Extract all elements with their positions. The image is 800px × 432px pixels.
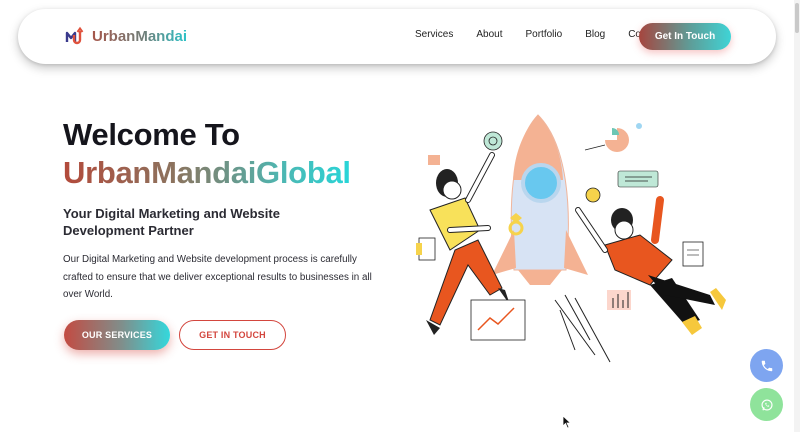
scrollbar-thumb[interactable] — [795, 3, 799, 33]
nav-link-services[interactable]: Services — [415, 29, 453, 40]
get-in-touch-nav-button[interactable]: Get In Touch — [639, 23, 731, 50]
mouse-cursor-icon — [562, 415, 572, 429]
right-person-figure — [575, 196, 726, 335]
hero-title-line2: UrbanMandaiGlobal — [63, 155, 351, 190]
phone-call-button[interactable] — [750, 349, 783, 382]
nav-link-blog[interactable]: Blog — [585, 29, 605, 40]
um-logo-icon — [65, 26, 84, 45]
whatsapp-button[interactable] — [750, 388, 783, 421]
hero-heading: Welcome To UrbanMandaiGlobal — [63, 116, 351, 192]
hero-description: Our Digital Marketing and Website develo… — [63, 254, 372, 300]
hero-subtitle: Your Digital Marketing and Website Devel… — [63, 206, 280, 238]
rocket-icon — [492, 114, 588, 285]
brand-logo[interactable]: UrbanMandai — [65, 26, 187, 46]
nav-link-about[interactable]: About — [476, 29, 502, 40]
rocket-team-illustration — [416, 114, 726, 363]
page-scrollbar[interactable] — [794, 0, 800, 432]
phone-icon — [761, 360, 772, 371]
our-services-button[interactable]: OUR SERVICES — [64, 320, 170, 350]
get-in-touch-button[interactable]: GET IN TOUCH — [179, 320, 286, 350]
top-navbar: UrbanMandai Services About Portfolio Blo… — [18, 9, 776, 64]
whatsapp-icon — [760, 398, 773, 411]
nav-link-portfolio[interactable]: Portfolio — [526, 29, 563, 40]
brand-name: UrbanMandai — [92, 27, 188, 45]
hero-title-line1: Welcome To — [63, 117, 240, 152]
